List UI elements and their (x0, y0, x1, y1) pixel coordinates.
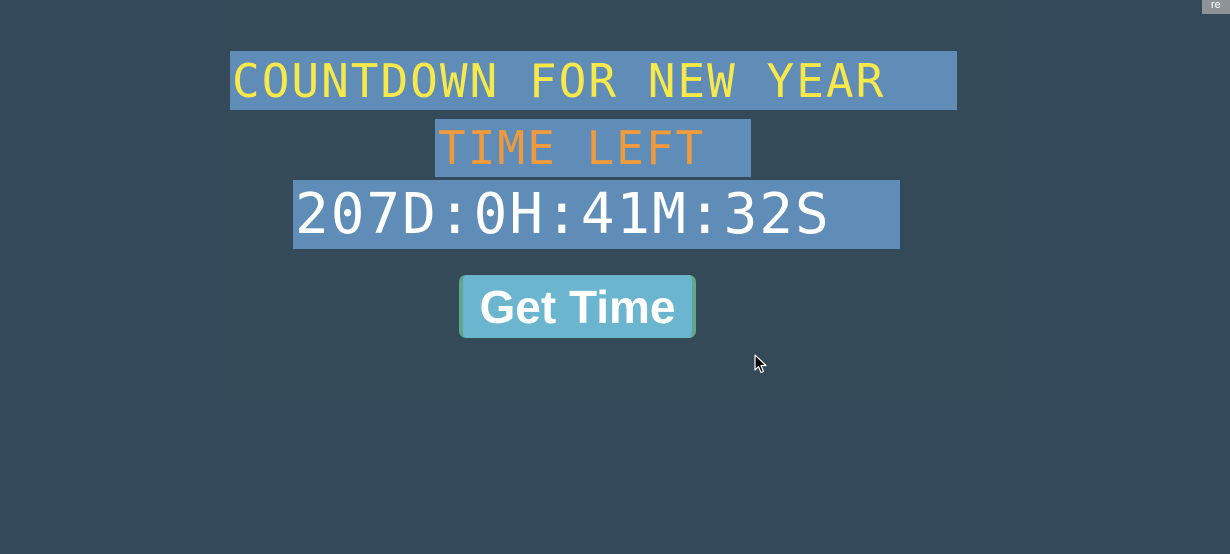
title-box: COUNTDOWN FOR NEW YEAR (230, 51, 957, 110)
time-left-label: TIME LEFT (438, 121, 706, 175)
get-time-button[interactable]: Get Time (459, 275, 696, 338)
mouse-pointer-icon (754, 354, 767, 374)
corner-tab[interactable]: re (1202, 0, 1230, 14)
subtitle-box: TIME LEFT (435, 119, 751, 177)
countdown-value: 207D:0H:41M:32S (295, 181, 831, 247)
corner-tab-label: re (1211, 0, 1221, 11)
countdown-box: 207D:0H:41M:32S (293, 180, 900, 249)
page-title: COUNTDOWN FOR NEW YEAR (232, 53, 886, 108)
